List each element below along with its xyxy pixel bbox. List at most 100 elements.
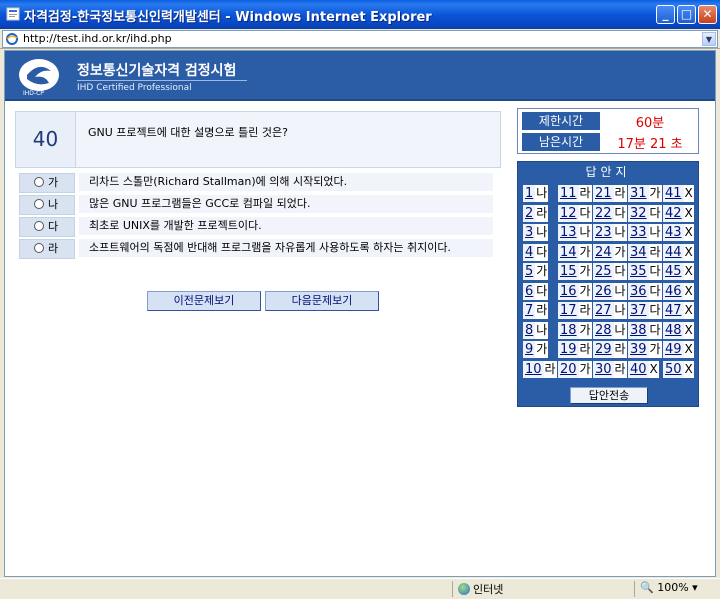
answer-question-link[interactable]: 38: [628, 321, 649, 339]
answer-cell[interactable]: 38 다: [628, 321, 662, 340]
answer-cell[interactable]: 2라: [523, 204, 549, 223]
answer-cell[interactable]: 26 나: [593, 282, 627, 301]
answer-cell[interactable]: 43 X: [663, 224, 694, 242]
security-zone[interactable]: 인터넷: [458, 581, 503, 597]
answer-cell[interactable]: 35 다: [628, 263, 662, 281]
answer-question-link[interactable]: 32: [628, 204, 649, 222]
answer-cell[interactable]: 27 나: [593, 302, 627, 320]
answer-question-link[interactable]: 24: [593, 243, 614, 261]
answer-cell[interactable]: 36 다: [628, 282, 662, 301]
answer-cell[interactable]: 22 다: [593, 204, 627, 223]
answer-cell[interactable]: 11 라: [558, 185, 592, 203]
answer-cell[interactable]: 25 다: [593, 263, 627, 281]
answer-cell[interactable]: 3나: [523, 224, 549, 242]
answer-question-link[interactable]: 21: [593, 185, 614, 202]
close-button[interactable]: ✕: [698, 5, 717, 24]
answer-question-link[interactable]: 9: [523, 341, 536, 358]
answer-cell[interactable]: 47 X: [663, 302, 694, 320]
option-ga-radio-label[interactable]: 가: [19, 173, 75, 193]
answer-question-link[interactable]: 31: [628, 185, 649, 202]
answer-cell[interactable]: 41 X: [663, 185, 694, 203]
answer-question-link[interactable]: 25: [593, 263, 614, 280]
answer-question-link[interactable]: 7: [523, 302, 536, 319]
radio-icon[interactable]: [34, 177, 44, 187]
answer-question-link[interactable]: 6: [523, 282, 536, 300]
answer-cell[interactable]: 23 나: [593, 224, 627, 242]
answer-question-link[interactable]: 16: [558, 282, 579, 300]
address-url[interactable]: http://test.ihd.or.kr/ihd.php: [23, 32, 172, 45]
answer-cell[interactable]: 44 X: [663, 243, 694, 262]
answer-question-link[interactable]: 3: [523, 224, 536, 241]
answer-question-link[interactable]: 49: [663, 341, 684, 358]
answer-question-link[interactable]: 19: [558, 341, 579, 358]
answer-question-link[interactable]: 15: [558, 263, 579, 280]
radio-icon[interactable]: [34, 199, 44, 209]
answer-cell[interactable]: 9가: [523, 341, 549, 359]
answer-cell[interactable]: 14 가: [558, 243, 592, 262]
answer-cell[interactable]: 19 라: [558, 341, 592, 359]
answer-question-link[interactable]: 23: [593, 224, 614, 241]
maximize-button[interactable]: □: [677, 5, 696, 24]
answer-cell[interactable]: 31 가: [628, 185, 662, 203]
answer-question-link[interactable]: 11: [558, 185, 579, 202]
answer-cell[interactable]: 13 나: [558, 224, 592, 242]
answer-cell[interactable]: 1나: [523, 185, 549, 203]
address-field[interactable]: http://test.ihd.or.kr/ihd.php ▼: [2, 30, 718, 48]
option-na-radio-label[interactable]: 나: [19, 195, 75, 215]
answer-question-link[interactable]: 45: [663, 263, 684, 280]
answer-question-link[interactable]: 37: [628, 302, 649, 319]
answer-cell[interactable]: 46 X: [663, 282, 694, 301]
answer-question-link[interactable]: 28: [593, 321, 614, 339]
answer-question-link[interactable]: 33: [628, 224, 649, 241]
answer-question-link[interactable]: 2: [523, 204, 536, 222]
answer-question-link[interactable]: 1: [523, 185, 536, 202]
answer-cell[interactable]: 8나: [523, 321, 549, 340]
zoom-level[interactable]: 🔍 100% ▾: [640, 581, 698, 594]
answer-question-link[interactable]: 30: [593, 360, 614, 378]
answer-cell[interactable]: 33 나: [628, 224, 662, 242]
radio-icon[interactable]: [34, 221, 44, 231]
answer-cell[interactable]: 10 라: [523, 360, 557, 379]
answer-question-link[interactable]: 20: [558, 360, 579, 378]
answer-question-link[interactable]: 26: [593, 282, 614, 300]
answer-cell[interactable]: 4다: [523, 243, 549, 262]
answer-cell[interactable]: 50 X: [663, 360, 694, 379]
answer-question-link[interactable]: 47: [663, 302, 684, 319]
answer-cell[interactable]: 49 X: [663, 341, 694, 359]
answer-cell[interactable]: 24 가: [593, 243, 627, 262]
answer-question-link[interactable]: 29: [593, 341, 614, 358]
answer-cell[interactable]: 18 가: [558, 321, 592, 340]
answer-cell[interactable]: 12 다: [558, 204, 592, 223]
answer-question-link[interactable]: 41: [663, 185, 684, 202]
answer-cell[interactable]: 39 가: [628, 341, 662, 359]
answer-question-link[interactable]: 22: [593, 204, 614, 222]
address-dropdown-button[interactable]: ▼: [702, 32, 716, 46]
submit-answers-button[interactable]: 답안전송: [570, 387, 648, 404]
prev-question-button[interactable]: 이전문제보기: [147, 291, 261, 311]
answer-cell[interactable]: 6다: [523, 282, 549, 301]
answer-cell[interactable]: 45 X: [663, 263, 694, 281]
answer-question-link[interactable]: 36: [628, 282, 649, 300]
answer-cell[interactable]: 28 나: [593, 321, 627, 340]
answer-cell[interactable]: 17 라: [558, 302, 592, 320]
answer-cell[interactable]: 20 가: [558, 360, 592, 379]
answer-question-link[interactable]: 12: [558, 204, 579, 222]
answer-question-link[interactable]: 35: [628, 263, 649, 280]
option-da-radio-label[interactable]: 다: [19, 217, 75, 237]
answer-cell[interactable]: 42 X: [663, 204, 694, 223]
answer-cell[interactable]: 29 라: [593, 341, 627, 359]
answer-cell[interactable]: 5가: [523, 263, 549, 281]
answer-cell[interactable]: 32 다: [628, 204, 662, 223]
minimize-button[interactable]: _: [656, 5, 675, 24]
answer-question-link[interactable]: 43: [663, 224, 684, 241]
answer-cell[interactable]: 40 X: [628, 360, 659, 379]
answer-question-link[interactable]: 27: [593, 302, 614, 319]
title-bar[interactable]: 자격검정-한국정보통신인력개발센터 - Windows Internet Exp…: [0, 0, 720, 29]
answer-question-link[interactable]: 18: [558, 321, 579, 339]
answer-question-link[interactable]: 4: [523, 243, 536, 261]
answer-question-link[interactable]: 8: [523, 321, 536, 339]
answer-question-link[interactable]: 48: [663, 321, 684, 339]
answer-question-link[interactable]: 46: [663, 282, 684, 300]
answer-cell[interactable]: 15 가: [558, 263, 592, 281]
answer-cell[interactable]: 7라: [523, 302, 549, 320]
